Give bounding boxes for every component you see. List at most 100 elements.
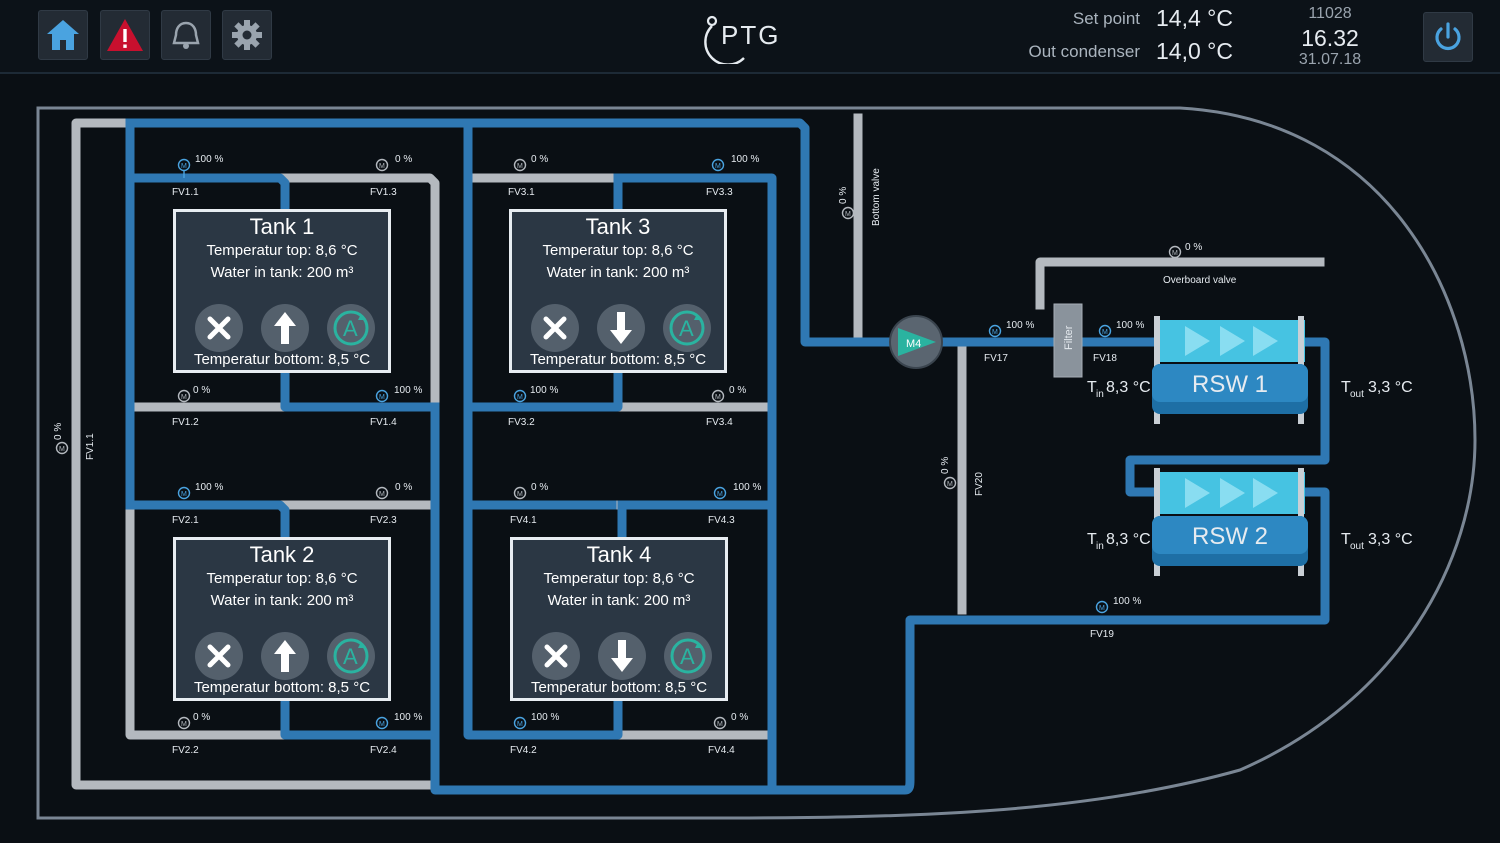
valve-fv3-3-pct: 100 % xyxy=(731,154,759,165)
rsw-1-tout: T out 3,3 °C xyxy=(1341,379,1413,400)
svg-text:M: M xyxy=(181,721,187,728)
valve-fv2-1-name: FV2.1 xyxy=(172,515,199,526)
valve-fv17-name: FV17 xyxy=(984,353,1008,364)
tank-1-auto-button[interactable]: A xyxy=(327,304,375,352)
tank-water: Water in tank: 200 m³ xyxy=(547,592,691,609)
auto-icon: A xyxy=(333,310,369,346)
tank-3-direction-button[interactable] xyxy=(597,304,645,352)
svg-text:A: A xyxy=(680,644,695,669)
tank-1-stop-button[interactable] xyxy=(195,304,243,352)
tank-1-direction-button[interactable] xyxy=(261,304,309,352)
tank-temp-top: Temperatur top: 8,6 °C xyxy=(206,242,358,259)
svg-text:M: M xyxy=(992,329,998,336)
svg-text:M: M xyxy=(845,211,851,218)
valve-fv1-2-pct: 0 % xyxy=(193,385,210,396)
svg-text:M: M xyxy=(181,394,187,401)
rsw-2-tin: T in 8,3 °C xyxy=(1087,531,1151,552)
valve-fv1-1-name: FV1.1 xyxy=(172,187,199,198)
svg-text:M: M xyxy=(717,491,723,498)
valve-fv3-1-name: FV3.1 xyxy=(508,187,535,198)
tank-3-stop-button[interactable] xyxy=(531,304,579,352)
close-icon xyxy=(544,644,568,668)
valve-fv2-4-name: FV2.4 xyxy=(370,745,397,756)
valve-fv4-2-name: FV4.2 xyxy=(510,745,537,756)
svg-text:M: M xyxy=(517,491,523,498)
valve-overboard-name: Overboard valve xyxy=(1163,275,1237,286)
valve-fv18-pct: 100 % xyxy=(1116,320,1144,331)
rsw-2-tout: T out 3,3 °C xyxy=(1341,531,1413,552)
valve-fv2-1-pct: 100 % xyxy=(195,482,223,493)
filter-label: Filter xyxy=(1063,325,1075,350)
valve-fv18-name: FV18 xyxy=(1093,353,1117,364)
rsw-2-unit[interactable]: RSW 2 xyxy=(1152,468,1308,576)
tank-temp-top: Temperatur top: 8,6 °C xyxy=(206,570,358,587)
valve-fv2-3-pct: 0 % xyxy=(395,482,412,493)
filter[interactable]: Filter xyxy=(1053,303,1083,378)
valve-fv3-2-pct: 100 % xyxy=(530,385,558,396)
tank-4-auto-button[interactable]: A xyxy=(664,632,712,680)
tank-3-panel[interactable]: Tank 3 Temperatur top: 8,6 °C Water in t… xyxy=(509,209,727,373)
valve-fv3-4-pct: 0 % xyxy=(729,385,746,396)
tank-title: Tank 3 xyxy=(585,214,651,239)
valve-fv1-4-pct: 100 % xyxy=(394,385,422,396)
tank-3-auto-button[interactable]: A xyxy=(663,304,711,352)
valve-fv19-pct: 100 % xyxy=(1113,596,1141,607)
valve-fv1-1-side-pct: 0 % xyxy=(53,423,64,440)
svg-text:M: M xyxy=(517,394,523,401)
process-diagram: M 100 % FV1.1 M 0 % FV1.3 M 0 % FV1.2 M … xyxy=(36,106,1477,820)
tank-2-stop-button[interactable] xyxy=(195,632,243,680)
valve-fv20-pct: 0 % xyxy=(940,457,951,474)
auto-icon: A xyxy=(333,638,369,674)
svg-text:in: in xyxy=(1096,389,1104,400)
valve-fv1-1-side-name: FV1.1 xyxy=(85,433,96,460)
tank-temp-bottom: Temperatur bottom: 8,5 °C xyxy=(529,351,707,368)
tank-temp-bottom: Temperatur bottom: 8,5 °C xyxy=(193,351,371,368)
valve-fv3-3-name: FV3.3 xyxy=(706,187,733,198)
tank-2-panel[interactable]: Tank 2 Temperatur top: 8,6 °C Water in t… xyxy=(173,537,391,701)
valve-fv1-2-name: FV1.2 xyxy=(172,417,199,428)
tank-2-direction-button[interactable] xyxy=(261,632,309,680)
valve-fv3-1-pct: 0 % xyxy=(531,154,548,165)
valve-fv4-1-pct: 0 % xyxy=(531,482,548,493)
tank-2-auto-button[interactable]: A xyxy=(327,632,375,680)
valve-fv17-pct: 100 % xyxy=(1006,320,1034,331)
arrow-down-icon xyxy=(610,312,632,344)
svg-text:M: M xyxy=(379,491,385,498)
svg-text:M: M xyxy=(59,446,65,453)
tank-4-direction-button[interactable] xyxy=(598,632,646,680)
valve-fv1-3-pct: 0 % xyxy=(395,154,412,165)
tank-title: Tank 1 xyxy=(249,214,315,239)
svg-text:out: out xyxy=(1350,541,1364,552)
tank-4-stop-button[interactable] xyxy=(532,632,580,680)
svg-text:M: M xyxy=(947,481,953,488)
valve-fv4-2-pct: 100 % xyxy=(531,712,559,723)
close-icon xyxy=(207,644,231,668)
svg-text:A: A xyxy=(679,316,694,341)
valve-fv20-name: FV20 xyxy=(974,472,985,496)
svg-text:8,3 °C: 8,3 °C xyxy=(1106,379,1151,396)
valve-fv4-4-name: FV4.4 xyxy=(708,745,735,756)
pump-label: M4 xyxy=(906,338,921,350)
arrow-up-icon xyxy=(274,640,296,672)
arrow-up-icon xyxy=(274,312,296,344)
valve-fv4-3-name: FV4.3 xyxy=(708,515,735,526)
svg-text:M: M xyxy=(517,721,523,728)
valve-fv2-2-pct: 0 % xyxy=(193,712,210,723)
tank-4-panel[interactable]: Tank 4 Temperatur top: 8,6 °C Water in t… xyxy=(510,537,728,701)
tank-1-panel[interactable]: Tank 1 Temperatur top: 8,6 °C Water in t… xyxy=(173,209,391,373)
svg-text:3,3 °C: 3,3 °C xyxy=(1368,379,1413,396)
svg-text:M: M xyxy=(1102,329,1108,336)
rsw-1-name: RSW 1 xyxy=(1192,371,1268,398)
auto-icon: A xyxy=(669,310,705,346)
auto-icon: A xyxy=(670,638,706,674)
valve-fv1-3-name: FV1.3 xyxy=(370,187,397,198)
tank-temp-top: Temperatur top: 8,6 °C xyxy=(543,570,695,587)
tank-temp-bottom: Temperatur bottom: 8,5 °C xyxy=(193,679,371,696)
tank-water: Water in tank: 200 m³ xyxy=(210,592,354,609)
pump-m4[interactable]: M4 xyxy=(889,315,943,369)
tank-title: Tank 2 xyxy=(249,542,315,567)
svg-text:M: M xyxy=(715,163,721,170)
svg-text:M: M xyxy=(379,163,385,170)
svg-text:M: M xyxy=(715,394,721,401)
rsw-1-unit[interactable]: RSW 1 xyxy=(1152,316,1308,424)
